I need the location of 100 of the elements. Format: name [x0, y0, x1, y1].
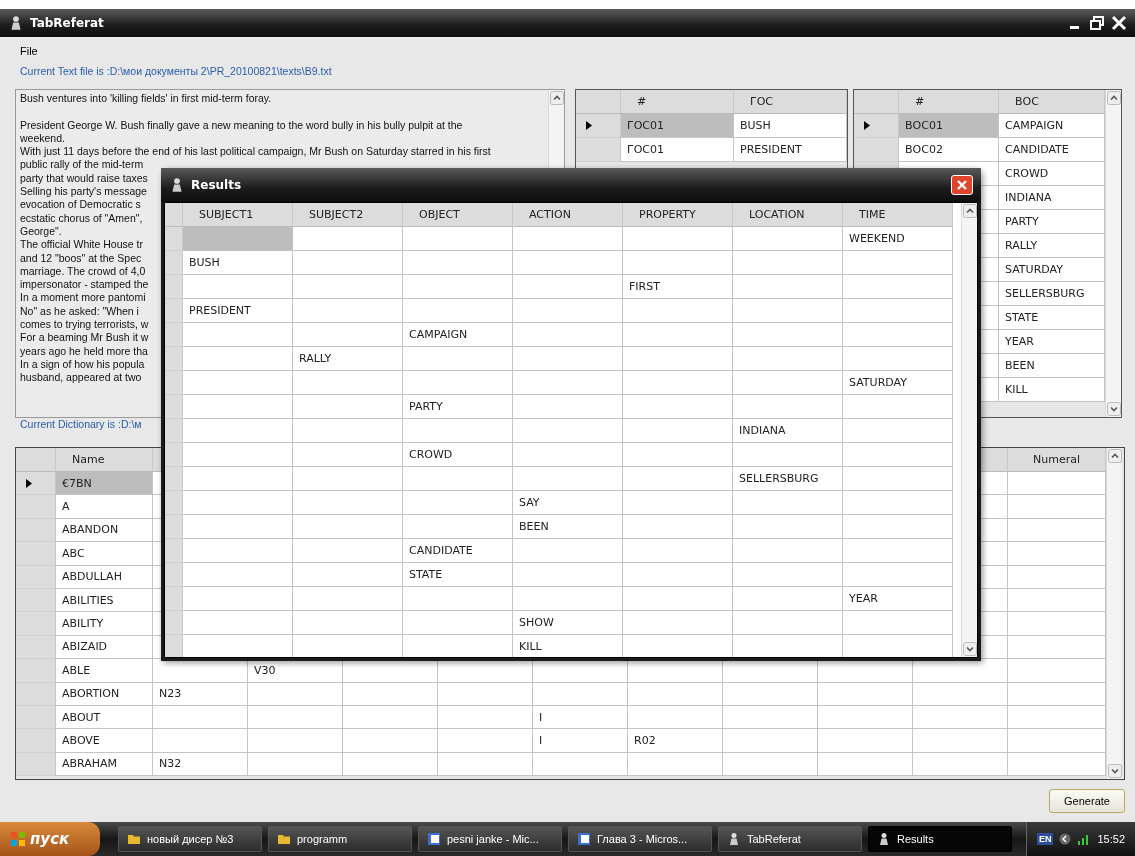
column-header[interactable]: LOCATION — [733, 203, 843, 227]
table-cell: ABLE — [56, 659, 153, 683]
text-line: comes to trying terrorists, w — [20, 318, 149, 332]
text-line: evocation of Democratic s — [20, 198, 141, 212]
scroll-up-icon[interactable] — [549, 91, 564, 105]
column-header[interactable]: ACTION — [513, 203, 623, 227]
text-line: Selling his party's message — [20, 185, 147, 199]
taskbar-button[interactable]: Results — [868, 826, 1012, 852]
table-cell: ABOVE — [56, 729, 153, 753]
column-header[interactable]: # — [621, 90, 734, 114]
table-cell: R02 — [628, 729, 723, 753]
table-cell: ABILITIES — [56, 588, 153, 613]
chevron-icon[interactable] — [1059, 833, 1072, 845]
column-header[interactable]: SUBJECT1 — [183, 203, 293, 227]
table-cell: BEEN — [999, 354, 1105, 378]
table-cell: CANDIDATE — [403, 539, 513, 563]
table-cell: SATURDAY — [843, 371, 953, 395]
table-cell: PRESIDENT — [734, 138, 847, 162]
table-cell: ABDULLAH — [56, 565, 153, 589]
table-cell: I — [533, 705, 628, 730]
row-header[interactable] — [854, 114, 899, 138]
scroll-down-icon[interactable] — [1107, 764, 1122, 778]
table-cell: STATE — [403, 563, 513, 587]
scroll-up-icon[interactable] — [962, 204, 977, 218]
table-cell: SELLERSBURG — [733, 467, 843, 491]
scrollbar[interactable] — [1105, 90, 1121, 417]
taskbar-button[interactable]: Глава 3 - Micros... — [568, 826, 712, 852]
text-line: husband, appeared at two — [20, 371, 142, 385]
text-line: years ago he held more tha — [20, 344, 148, 358]
scrollbar[interactable] — [1106, 448, 1122, 779]
scroll-up-icon[interactable] — [1107, 449, 1122, 463]
scroll-down-icon[interactable] — [962, 642, 977, 656]
row-header[interactable] — [16, 472, 56, 496]
table-cell: CAMPAIGN — [403, 323, 513, 347]
column-header[interactable]: OBJECT — [403, 203, 513, 227]
text-line: party that would raise taxes — [20, 171, 148, 186]
text-line: For a beaming Mr Bush it w — [20, 331, 149, 345]
text-line: Bush ventures into 'killing fields' in first mid-term foray. — [20, 92, 272, 106]
text-line: public rally of the mid-term — [20, 158, 144, 172]
windows-logo-icon — [10, 831, 26, 847]
table-cell: ABILITY — [56, 612, 153, 636]
document-icon — [427, 832, 441, 846]
column-header[interactable]: # — [899, 90, 999, 114]
current-row-icon — [26, 478, 32, 488]
table-cell: €7BN — [56, 472, 153, 496]
table-cell: ВОС02 — [899, 138, 999, 162]
column-header[interactable]: Numeral — [1008, 448, 1106, 472]
table-cell: WEEKEND — [843, 227, 953, 251]
app-icon — [877, 832, 891, 846]
column-header[interactable]: TIME — [843, 203, 953, 227]
current-row-icon — [586, 121, 592, 130]
table-cell: BUSH — [734, 114, 847, 138]
scroll-up-icon[interactable] — [1106, 91, 1121, 105]
table-cell: RALLY — [293, 347, 403, 371]
text-line: George". — [20, 224, 62, 239]
table-cell: SHOW — [513, 611, 623, 635]
table-cell: BEEN — [513, 515, 623, 539]
column-header[interactable]: SUBJECT2 — [293, 203, 403, 227]
restore-icon[interactable] — [1089, 15, 1105, 31]
table-cell: STATE — [999, 306, 1105, 330]
table-cell: SAY — [513, 491, 623, 515]
taskbar-button[interactable]: новый дисер №3 — [118, 826, 262, 852]
close-icon[interactable] — [1111, 15, 1127, 31]
text-line: marriage. The crowd of 4,0 — [20, 264, 146, 279]
generate-button[interactable]: Generate — [1049, 789, 1125, 813]
column-header[interactable]: ВОС — [999, 90, 1105, 114]
taskbar-button[interactable]: programm — [268, 826, 412, 852]
table-cell: A — [56, 495, 153, 519]
scrollbar[interactable] — [961, 203, 977, 657]
text-line: No" as he asked: "When i — [20, 304, 139, 319]
table-cell: CROWD — [403, 443, 513, 467]
text-line: ecstatic chorus of "Amen", — [20, 211, 143, 225]
table-cell: ВОС01 — [899, 114, 999, 138]
table-cell: N23 — [153, 682, 248, 706]
text-line: impersonator - stamped the — [20, 278, 149, 292]
clock: 15:52 — [1097, 833, 1125, 845]
language-indicator[interactable]: EN — [1036, 833, 1054, 845]
close-button[interactable] — [951, 175, 973, 195]
column-header[interactable]: ГОС — [734, 90, 847, 114]
table-cell: INDIANA — [999, 186, 1105, 210]
text-line: The official White House tr — [20, 238, 143, 252]
taskbar-button[interactable]: TabReferat — [718, 826, 862, 852]
column-header[interactable]: Name — [56, 448, 153, 472]
table-cell: N32 — [153, 752, 248, 777]
menu-item[interactable]: File — [20, 45, 38, 57]
start-button[interactable]: пуск — [0, 822, 100, 856]
window-title: TabReferat — [30, 16, 104, 30]
table-cell: CROWD — [999, 162, 1105, 186]
table-cell: CANDIDATE — [999, 138, 1105, 162]
column-header[interactable]: PROPERTY — [623, 203, 733, 227]
taskbar-button[interactable]: pesni janke - Mic... — [418, 826, 562, 852]
table-cell: BUSH — [183, 251, 293, 275]
text-line: President George W. Bush finally gave a new meaning to the word bully in his bully pulpit at the — [20, 118, 463, 132]
table-cell: INDIANA — [733, 419, 843, 443]
current-row-icon — [864, 121, 870, 130]
table-cell: YEAR — [999, 330, 1105, 354]
scroll-down-icon[interactable] — [1106, 402, 1121, 416]
text-line: In a moment more pantomi — [20, 291, 146, 305]
row-header[interactable] — [576, 114, 621, 138]
text-line: In a sign of how his popula — [20, 357, 145, 372]
